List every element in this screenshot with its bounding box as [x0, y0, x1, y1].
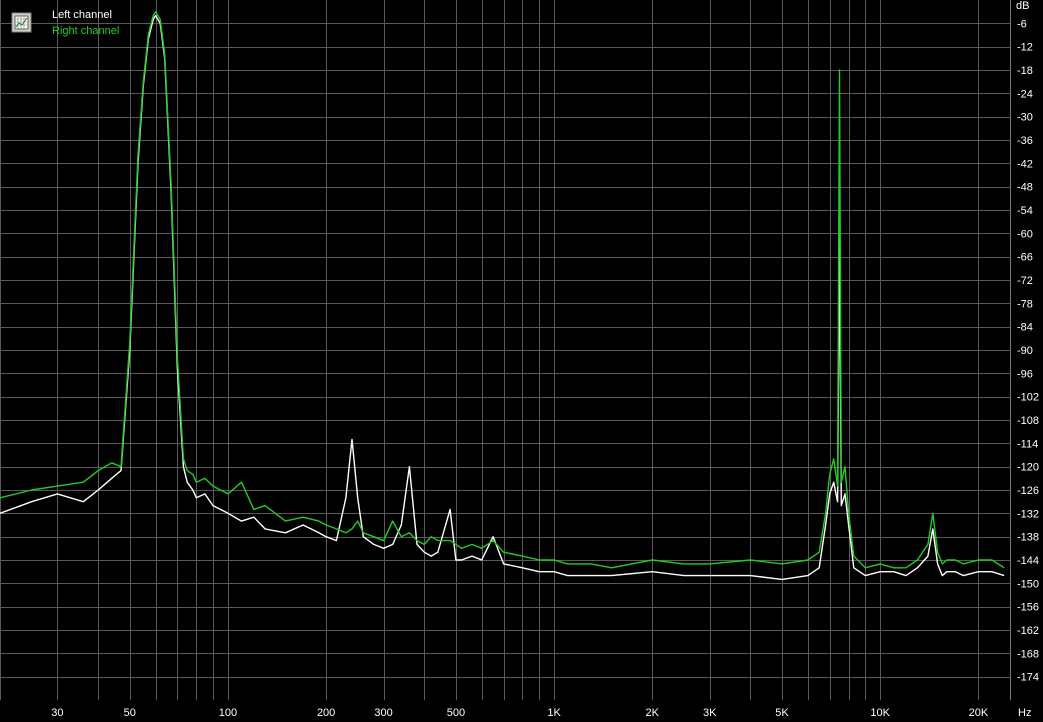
y-tick-label: -120: [1017, 462, 1039, 474]
legend-icon[interactable]: [11, 12, 32, 33]
y-tick-label: -48: [1017, 182, 1033, 194]
y-tick-label: -12: [1017, 42, 1033, 54]
y-tick-label: -174: [1017, 672, 1039, 684]
y-tick-label: -162: [1017, 625, 1039, 637]
y-tick-label: -132: [1017, 508, 1039, 520]
x-tick-label: 5K: [775, 707, 789, 719]
x-tick-label: 30: [51, 707, 63, 719]
x-tick-label: 2K: [646, 707, 660, 719]
y-tick-label: -66: [1017, 252, 1033, 264]
x-tick-label: 300: [374, 707, 392, 719]
y-tick-label: -30: [1017, 112, 1033, 124]
legend-left-channel: Left channel: [52, 9, 112, 21]
y-tick-label: -90: [1017, 345, 1033, 357]
y-tick-label: -168: [1017, 648, 1039, 660]
y-tick-label: -36: [1017, 135, 1033, 147]
x-tick-label: 100: [219, 707, 237, 719]
y-tick-label: -108: [1017, 415, 1039, 427]
y-tick-label: -18: [1017, 65, 1033, 77]
x-tick-label: 500: [447, 707, 465, 719]
y-tick-label: -156: [1017, 602, 1039, 614]
y-tick-label: -84: [1017, 322, 1033, 334]
y-axis-unit-label: dB: [1016, 0, 1029, 12]
legend-right-channel: Right channel: [52, 25, 119, 37]
y-tick-label: -72: [1017, 275, 1033, 287]
y-tick-label: -114: [1017, 438, 1038, 450]
y-tick-label: -138: [1017, 532, 1039, 544]
y-tick-label: -102: [1017, 392, 1039, 404]
y-tick-label: -24: [1017, 88, 1033, 100]
spectrum-chart: 30 50 100 200 300 500 1K 2K 3K 5K 10K 20K -6 -12 -18 -…: [0, 0, 1043, 722]
y-tick-label: -150: [1017, 578, 1039, 590]
y-tick-label: -144: [1017, 555, 1039, 567]
y-tick-label: -96: [1017, 368, 1033, 380]
y-tick-label: -6: [1017, 18, 1027, 30]
y-tick-label: -60: [1017, 228, 1033, 240]
x-tick-label: 200: [317, 707, 335, 719]
x-axis-unit-label: Hz: [1018, 707, 1031, 719]
y-tick-label: -126: [1017, 485, 1039, 497]
x-tick-label: 3K: [703, 707, 717, 719]
x-tick-label: 10K: [870, 707, 890, 719]
x-tick-label: 1K: [547, 707, 561, 719]
x-tick-label: 50: [124, 707, 136, 719]
y-tick-label: -78: [1017, 298, 1033, 310]
x-tick-label: 20K: [969, 707, 989, 719]
y-tick-label: -42: [1017, 158, 1033, 170]
y-tick-label: -54: [1017, 205, 1033, 217]
